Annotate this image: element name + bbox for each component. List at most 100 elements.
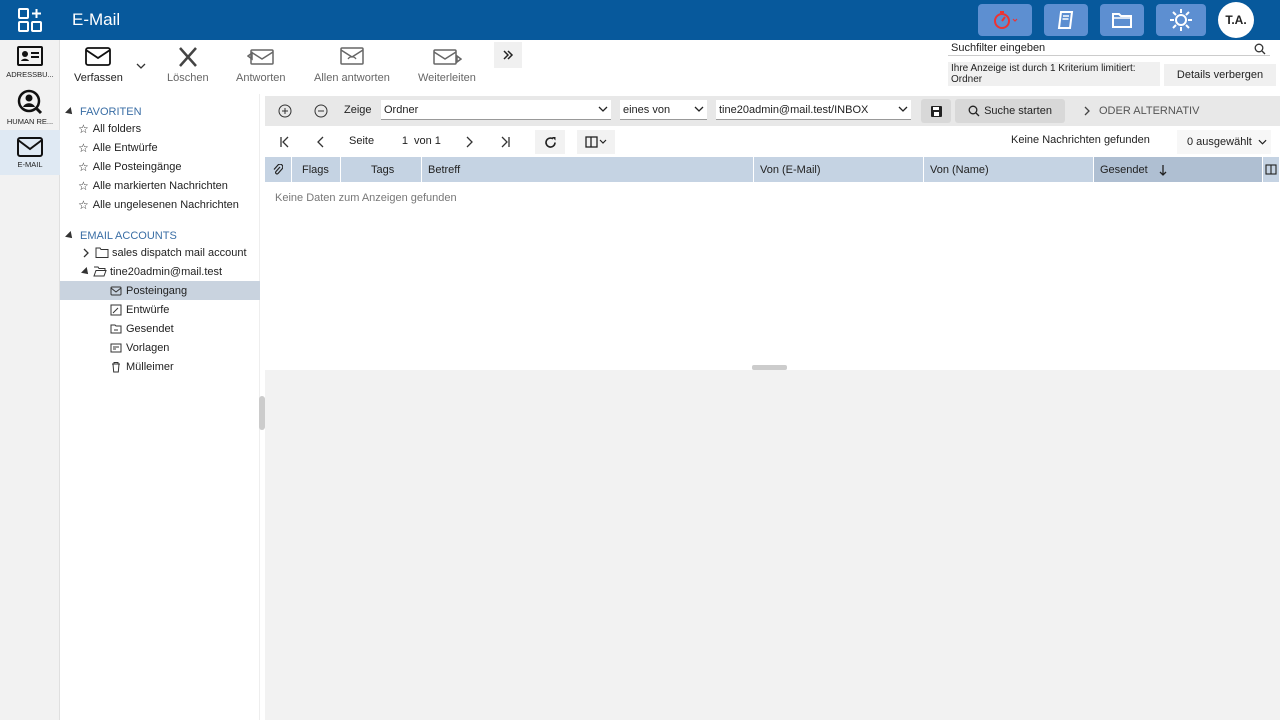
chevron-down-icon[interactable] [136, 62, 146, 70]
folder-item-trash[interactable]: Mülleimer [60, 357, 260, 376]
view-layout-button[interactable] [577, 130, 615, 154]
message-preview-pane [265, 370, 1280, 720]
column-sent[interactable]: Gesendet [1094, 157, 1263, 182]
refresh-button[interactable] [535, 130, 565, 154]
minus-circle-icon [314, 104, 328, 118]
account-label: tine20admin@mail.test [110, 265, 223, 278]
first-page-icon [280, 136, 289, 148]
drafts-icon [110, 304, 122, 315]
filter-field-value: Ordner [384, 103, 419, 116]
next-page-button[interactable] [456, 130, 482, 154]
selected-count: 0 ausgewählt [1187, 136, 1252, 148]
delete-button[interactable]: Löschen [167, 46, 209, 84]
chevron-right-icon [1084, 106, 1090, 116]
column-chooser-button[interactable] [1263, 157, 1280, 182]
star-icon: ☆ [78, 197, 89, 212]
envelope-icon [85, 47, 112, 66]
sort-descending-icon [1159, 164, 1167, 176]
apps-grid-icon[interactable] [18, 8, 42, 32]
filter-value-select[interactable]: tine20admin@mail.test/INBOX [716, 100, 911, 120]
message-grid-header: Flags Tags Betreff Von (E-Mail) Von (Nam… [265, 157, 1280, 182]
folder-item-templates[interactable]: Vorlagen [60, 338, 260, 357]
or-alternative-button[interactable]: ODER ALTERNATIV [1083, 99, 1223, 123]
chevron-down-icon [694, 106, 704, 112]
folder-item-inbox[interactable]: Posteingang [60, 281, 260, 300]
paging-toolbar: Seite 1 von 1 Keine Nachrichten gefunden… [265, 127, 1280, 157]
star-icon: ☆ [78, 178, 89, 193]
sun-icon [1170, 9, 1192, 31]
show-label: Zeige [344, 104, 372, 116]
compose-button[interactable]: Verfassen [74, 46, 123, 84]
rail-item-human-resources[interactable]: HUMAN RE... [0, 89, 60, 134]
column-tags[interactable]: Tags [341, 157, 422, 182]
inbox-icon [110, 286, 122, 295]
favorite-item[interactable]: ☆ Alle ungelesenen Nachrichten [60, 195, 260, 214]
theme-button[interactable] [1156, 4, 1206, 36]
user-avatar[interactable]: T.A. [1218, 2, 1254, 38]
rail-item-addressbook[interactable]: ADRESSBU... [0, 44, 60, 89]
page-of-label: von 1 [414, 135, 441, 147]
column-flags[interactable]: Flags [292, 157, 341, 182]
folder-icon [1112, 13, 1132, 28]
sent-folder-icon [110, 324, 122, 333]
reply-all-button[interactable]: Allen antworten [314, 46, 390, 84]
search-input[interactable]: Suchfilter eingeben [948, 42, 1270, 56]
column-subject[interactable]: Betreff [422, 157, 754, 182]
selection-dropdown[interactable]: 0 ausgewählt [1177, 130, 1271, 154]
search-icon[interactable] [1254, 43, 1266, 55]
column-from-email[interactable]: Von (E-Mail) [754, 157, 924, 182]
columns-icon [1265, 164, 1277, 175]
page-label: Seite [349, 135, 375, 147]
no-messages-status: Keine Nachrichten gefunden [1011, 134, 1150, 146]
remove-filter-button[interactable] [309, 99, 333, 123]
chevron-down-icon [1258, 139, 1267, 145]
add-filter-button[interactable] [273, 99, 297, 123]
folder-label: Gesendet [126, 322, 174, 335]
filter-operator-select[interactable]: eines von [620, 100, 707, 120]
trash-icon [112, 361, 120, 372]
first-page-button[interactable] [272, 130, 298, 154]
columns-icon [585, 136, 607, 148]
delete-label: Löschen [167, 72, 209, 84]
rail-item-email[interactable]: E-MAIL [0, 130, 60, 175]
refresh-icon [544, 136, 556, 148]
favorite-item[interactable]: ☆ Alle markierten Nachrichten [60, 176, 260, 195]
favorite-label: Alle ungelesenen Nachrichten [92, 198, 239, 211]
start-search-button[interactable]: Suche starten [955, 99, 1065, 123]
favorite-item[interactable]: ☆ Alle Entwürfe [60, 138, 260, 157]
favorite-label: All folders [92, 122, 142, 135]
files-button[interactable] [1100, 4, 1144, 36]
account-item[interactable]: tine20admin@mail.test [60, 262, 260, 281]
forward-label: Weiterleiten [418, 72, 476, 84]
app-title: E-Mail [72, 10, 121, 29]
column-attachment[interactable] [265, 157, 292, 182]
paperclip-icon [273, 163, 283, 174]
hide-details-button[interactable]: Details verbergen [1164, 64, 1276, 86]
page-number-input[interactable]: 1 [377, 131, 411, 151]
address-card-icon [17, 46, 43, 66]
email-accounts-title: EMAIL ACCOUNTS [80, 229, 177, 242]
save-filter-button[interactable] [921, 99, 951, 123]
notes-button[interactable] [1044, 4, 1088, 36]
folder-item-drafts[interactable]: Entwürfe [60, 300, 260, 319]
account-item[interactable]: sales dispatch mail account [60, 243, 260, 262]
chevron-right-icon [83, 248, 89, 257]
timer-button[interactable] [978, 4, 1032, 36]
reply-button[interactable]: Antworten [236, 46, 286, 84]
account-label: sales dispatch mail account [112, 246, 247, 259]
favorite-item[interactable]: ☆ All folders [60, 119, 260, 138]
star-icon: ☆ [78, 159, 89, 174]
more-actions-button[interactable] [494, 42, 522, 68]
favorites-title: FAVORITEN [80, 105, 142, 118]
column-from-name[interactable]: Von (Name) [924, 157, 1094, 182]
folder-item-sent[interactable]: Gesendet [60, 319, 260, 338]
filter-field-select[interactable]: Ordner [381, 100, 611, 120]
favorite-item[interactable]: ☆ Alle Posteingänge [60, 157, 260, 176]
folder-label: Vorlagen [126, 341, 170, 354]
floppy-disk-icon [930, 105, 942, 117]
last-page-button[interactable] [492, 130, 518, 154]
star-icon: ☆ [78, 121, 89, 136]
folder-label: Posteingang [126, 284, 188, 297]
previous-page-button[interactable] [308, 130, 334, 154]
forward-button[interactable]: Weiterleiten [418, 46, 476, 84]
